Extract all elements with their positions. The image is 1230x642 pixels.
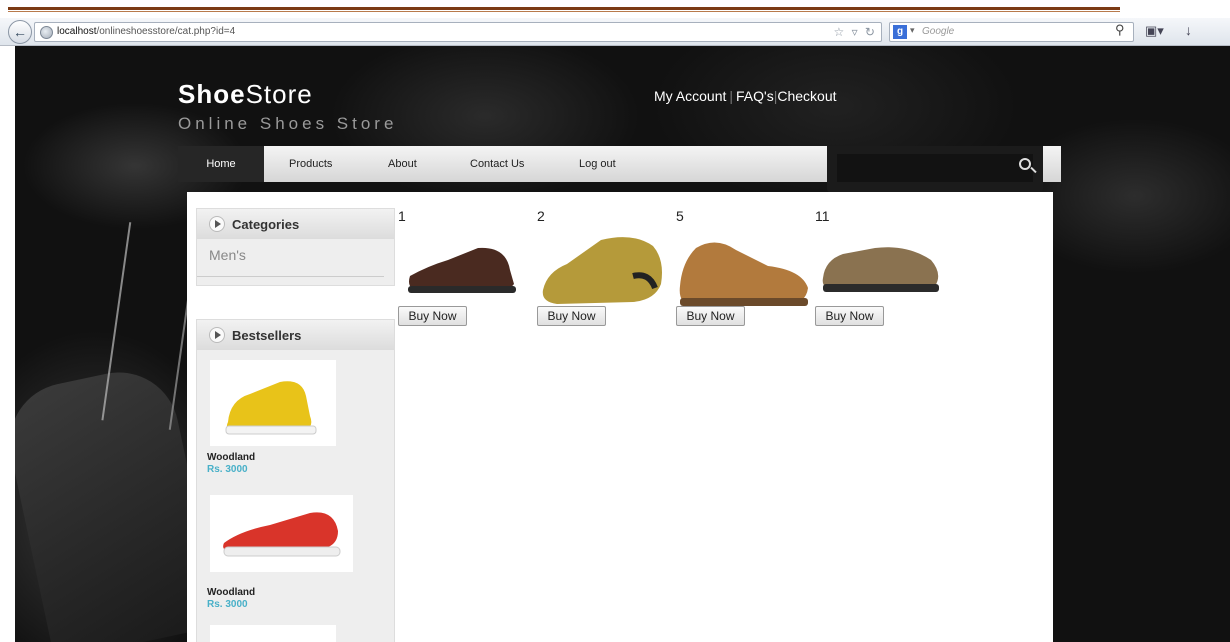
top-brown-line: [8, 11, 1120, 12]
top-white-strip: [0, 0, 1230, 6]
nav-contact[interactable]: Contact Us: [470, 146, 524, 182]
play-icon: [209, 216, 225, 232]
bestseller-item[interactable]: Woodland Rs. 3000: [197, 350, 394, 485]
divider: |: [729, 88, 734, 104]
checkout-link[interactable]: Checkout: [777, 88, 836, 104]
site-tagline: Online Shoes Store: [178, 114, 398, 133]
buy-now-button[interactable]: Buy Now: [676, 306, 745, 326]
bestseller-image[interactable]: [210, 625, 336, 642]
bestseller-image[interactable]: [210, 360, 336, 446]
product-image[interactable]: [815, 226, 945, 316]
categories-title: Categories: [232, 217, 300, 232]
bestseller-price: Rs. 3000: [207, 464, 248, 475]
bestsellers-title: Bestsellers: [232, 328, 302, 343]
my-account-link[interactable]: My Account: [654, 88, 726, 104]
search-input[interactable]: [837, 154, 1033, 182]
buy-now-button[interactable]: Buy Now: [398, 306, 467, 326]
nav-products[interactable]: Products: [289, 146, 332, 182]
product-card: 11: [815, 208, 950, 316]
product-card: 5: [676, 208, 811, 316]
buy-now-button[interactable]: Buy Now: [537, 306, 606, 326]
bestseller-name: Woodland: [207, 587, 256, 598]
site-search: [827, 146, 1043, 192]
product-card: 2: [537, 208, 672, 316]
product-card: 1: [398, 208, 533, 316]
chevron-down-icon[interactable]: ▾: [910, 25, 915, 36]
nav-logout[interactable]: Log out: [579, 146, 616, 182]
faq-link[interactable]: FAQ's: [736, 88, 774, 104]
browser-toolbar: ← localhost/onlineshoesstore/cat.php?id=…: [0, 18, 1230, 46]
bookmark-star-icon[interactable]: ☆ ▿ ↻: [833, 25, 877, 39]
product-id: 11: [815, 208, 830, 224]
browser-search-bar[interactable]: g ▾ Google: [889, 22, 1134, 42]
bestseller-name: Woodland: [207, 452, 256, 463]
address-bar[interactable]: localhost/onlineshoesstore/cat.php?id=4 …: [34, 22, 882, 42]
url-host: localhost: [57, 26, 97, 37]
product-image[interactable]: [676, 226, 808, 316]
account-links: My Account | FAQ's|Checkout: [654, 88, 837, 104]
logo-bold: Shoe: [178, 79, 246, 109]
search-placeholder: Google: [922, 26, 955, 37]
buy-now-button[interactable]: Buy Now: [815, 306, 884, 326]
categories-box: Categories Men's: [196, 208, 395, 286]
google-icon[interactable]: g: [893, 25, 907, 39]
bestseller-image[interactable]: [210, 495, 353, 572]
product-id: 5: [676, 208, 684, 224]
product-id: 1: [398, 208, 406, 224]
product-image[interactable]: [537, 226, 667, 316]
product-id: 2: [537, 208, 545, 224]
content-panel: Categories Men's Bestsellers Woodland Rs…: [187, 192, 1053, 642]
bestseller-item[interactable]: Woodland Rs. 3000: [197, 485, 394, 620]
download-icon[interactable]: ↓: [1185, 22, 1192, 38]
play-icon: [209, 327, 225, 343]
bestsellers-header: Bestsellers: [197, 320, 394, 350]
globe-icon: [40, 26, 53, 39]
category-mens[interactable]: Men's: [197, 239, 384, 277]
logo-light: Store: [245, 79, 313, 109]
bestseller-price: Rs. 3000: [207, 599, 248, 610]
top-brown-bar: [8, 7, 1120, 10]
url-text: localhost/onlineshoesstore/cat.php?id=4: [57, 26, 235, 37]
back-arrow-icon[interactable]: ←: [8, 20, 32, 44]
web-page: ShoeStore Online Shoes Store My Account |…: [15, 46, 1230, 642]
nav-about[interactable]: About: [388, 146, 417, 182]
categories-header: Categories: [197, 209, 394, 239]
product-image[interactable]: [398, 226, 528, 316]
site-logo[interactable]: ShoeStore Online Shoes Store: [178, 79, 397, 134]
search-icon[interactable]: [1019, 158, 1031, 170]
url-path: /onlineshoesstore/cat.php?id=4: [96, 26, 236, 37]
nav-home[interactable]: Home: [178, 146, 264, 182]
bestsellers-box: Bestsellers Woodland Rs. 3000 Woodland R…: [196, 319, 395, 642]
magnifier-icon[interactable]: ⚲: [1115, 22, 1224, 38]
bookmarks-icon[interactable]: ▣▾: [1145, 23, 1164, 39]
